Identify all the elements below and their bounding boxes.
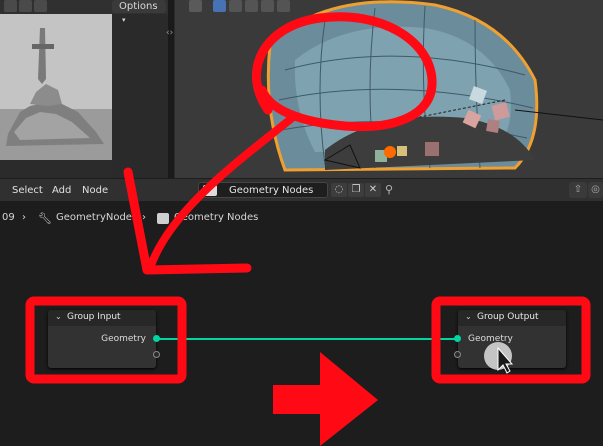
annotation-overlay — [25, 12, 591, 446]
annotation-big-arrow — [273, 352, 378, 446]
annotation-circle — [252, 12, 437, 132]
annotation-box-group-input — [25, 296, 187, 384]
annotation-arrow-curve — [146, 114, 296, 272]
annotation-arrow-head — [123, 167, 252, 275]
annotation-box-group-output — [431, 296, 591, 384]
